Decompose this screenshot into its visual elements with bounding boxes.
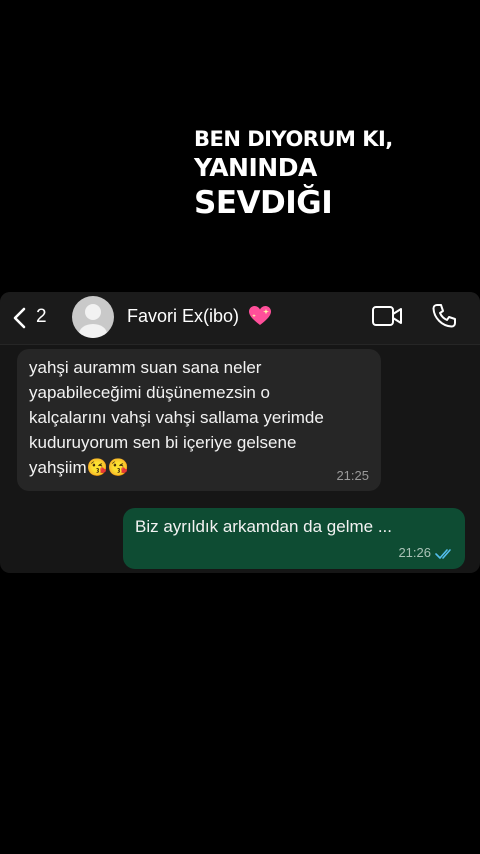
incoming-message-text: yahşi auramm suan sana neler yapabileceğ… (29, 358, 324, 477)
incoming-message-time: 21:25 (336, 468, 369, 483)
sparkling-heart-icon (249, 306, 271, 325)
overlay-caption: BEN DIYORUM KI, YANINDA SEVDIĞI (194, 126, 393, 222)
caption-line-2: YANINDA (194, 153, 317, 182)
default-avatar-icon (79, 304, 107, 338)
back-chevron-icon[interactable] (10, 306, 30, 330)
outgoing-message-text: Biz ayrıldık arkamdan da gelme ... (135, 517, 393, 536)
read-ticks-icon (435, 549, 451, 559)
caption-line-3: SEVDIĞI (194, 185, 333, 221)
incoming-message-bubble[interactable]: yahşi auramm suan sana neler yapabileceğ… (17, 349, 381, 491)
contact-name[interactable]: Favori Ex(ibo) (127, 306, 239, 327)
unread-count[interactable]: 2 (36, 306, 47, 328)
chat-screenshot: 2 Favori Ex(ibo) yahşi auramm suan sana … (0, 292, 480, 573)
outgoing-message-time: 21:26 (398, 545, 431, 560)
phone-icon[interactable] (430, 302, 458, 330)
outgoing-message-bubble[interactable]: Biz ayrıldık arkamdan da gelme ... 21:26 (123, 508, 465, 569)
chat-header: 2 Favori Ex(ibo) (0, 292, 480, 345)
video-camera-icon[interactable] (371, 304, 403, 328)
avatar[interactable] (72, 296, 114, 338)
caption-line-1: BEN DIYORUM KI, (194, 127, 393, 151)
